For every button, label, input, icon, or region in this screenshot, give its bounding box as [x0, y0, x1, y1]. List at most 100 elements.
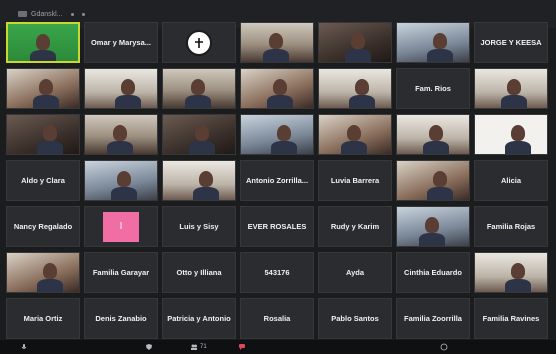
participant-tile[interactable]: Familia Ravines — [474, 298, 548, 339]
participant-tile[interactable]: Aldo y Clara — [6, 160, 80, 201]
participant-body — [427, 49, 453, 62]
participant-tile[interactable] — [6, 252, 80, 293]
participant-tile[interactable] — [6, 68, 80, 109]
participant-silhouette — [511, 125, 525, 141]
participant-name: 543176 — [264, 268, 290, 277]
participant-tile[interactable] — [6, 22, 80, 63]
participant-video — [163, 69, 235, 108]
participant-silhouette — [269, 33, 283, 49]
participant-tile[interactable]: Familia Rojas — [474, 206, 548, 247]
participant-name: Otto y Illiana — [176, 268, 222, 277]
participant-silhouette — [507, 79, 521, 95]
chat-icon — [239, 344, 245, 350]
chat-button[interactable] — [238, 343, 246, 351]
security-button[interactable] — [145, 343, 153, 351]
participant-tile[interactable] — [240, 68, 314, 109]
participant-body — [111, 187, 137, 200]
participant-tile[interactable]: Luvia Barrera — [318, 160, 392, 201]
participant-body — [267, 95, 293, 108]
participant-tile[interactable]: Fam. Rios — [396, 68, 470, 109]
participants-button[interactable]: 71 — [190, 343, 207, 351]
participant-tile[interactable] — [84, 114, 158, 155]
participant-tile[interactable]: Nancy Regalado — [6, 206, 80, 247]
participant-body — [37, 279, 63, 292]
participant-tile[interactable] — [474, 68, 548, 109]
participant-name: Antonio Zorrilla... — [245, 176, 309, 185]
shield-icon — [146, 344, 152, 350]
participant-tile[interactable] — [318, 68, 392, 109]
participant-video — [319, 23, 391, 62]
gallery-grid: Omar y Marysa... JORGE Y KEESA Fam. Rios Al… — [4, 22, 554, 340]
reactions-button[interactable] — [440, 343, 448, 351]
participant-video — [85, 161, 157, 200]
participant-tile[interactable] — [240, 22, 314, 63]
participant-name: Patricia y Antonio — [167, 314, 231, 323]
participant-body — [419, 233, 445, 246]
participant-body — [115, 95, 141, 108]
participant-video — [241, 23, 313, 62]
participant-tile[interactable] — [396, 206, 470, 247]
participant-tile[interactable] — [396, 114, 470, 155]
participant-body — [33, 95, 59, 108]
participant-tile[interactable]: Maria Ortiz — [6, 298, 80, 339]
participant-silhouette — [425, 217, 439, 233]
participant-tile[interactable]: Rosalia — [240, 298, 314, 339]
participants-count: 71 — [200, 344, 207, 350]
participant-tile[interactable] — [474, 114, 548, 155]
participant-tile[interactable] — [162, 114, 236, 155]
participant-tile[interactable]: JORGE Y KEESA — [474, 22, 548, 63]
participant-silhouette — [43, 263, 57, 279]
participant-body — [345, 49, 371, 62]
participant-tile[interactable]: Omar y Marysa... — [84, 22, 158, 63]
participant-silhouette — [355, 79, 369, 95]
participant-tile[interactable] — [84, 68, 158, 109]
participant-tile[interactable]: Rudy y Karim — [318, 206, 392, 247]
participant-video — [397, 161, 469, 200]
participant-tile[interactable]: Ayda — [318, 252, 392, 293]
participant-tile[interactable] — [318, 114, 392, 155]
participant-silhouette — [277, 125, 291, 141]
mute-button[interactable] — [20, 343, 28, 351]
participant-tile[interactable] — [6, 114, 80, 155]
participant-video — [7, 69, 79, 108]
participant-silhouette — [433, 33, 447, 49]
participant-tile[interactable]: Familia Garayar — [84, 252, 158, 293]
participant-silhouette — [36, 34, 50, 50]
participant-tile[interactable]: Cinthia Eduardo — [396, 252, 470, 293]
participant-body — [189, 141, 215, 154]
church-logo-icon — [186, 29, 212, 56]
participant-body — [501, 95, 527, 108]
participant-tile[interactable]: Luis y Sisy — [162, 206, 236, 247]
participant-tile[interactable]: 543176 — [240, 252, 314, 293]
participant-silhouette — [433, 171, 447, 187]
menu-dot-icon[interactable] — [81, 12, 85, 16]
participant-name: Alicia — [500, 176, 521, 185]
participant-tile[interactable] — [240, 114, 314, 155]
participant-tile[interactable]: Denis Zanabio — [84, 298, 158, 339]
participant-tile[interactable] — [162, 68, 236, 109]
participant-tile[interactable] — [162, 22, 236, 63]
participant-name: Pablo Santos — [331, 314, 379, 323]
participant-video — [241, 115, 313, 154]
participant-tile[interactable]: Patricia y Antonio — [162, 298, 236, 339]
participant-silhouette — [347, 125, 361, 141]
participant-tile[interactable] — [396, 22, 470, 63]
participant-tile[interactable] — [318, 22, 392, 63]
participant-video — [163, 115, 235, 154]
participants-icon — [191, 344, 197, 350]
participant-tile[interactable] — [162, 160, 236, 201]
participant-tile[interactable]: Pablo Santos — [318, 298, 392, 339]
participant-tile[interactable]: Antonio Zorrilla... — [240, 160, 314, 201]
participant-name: EVER ROSALES — [247, 222, 307, 231]
participant-tile[interactable]: Alicia — [474, 160, 548, 201]
participant-tile[interactable]: EVER ROSALES — [240, 206, 314, 247]
participant-tile[interactable]: Otto y Illiana — [162, 252, 236, 293]
participant-tile[interactable]: Familia Zoorrilla — [396, 298, 470, 339]
participant-tile[interactable] — [396, 160, 470, 201]
menu-dot-icon[interactable] — [70, 12, 74, 16]
participant-tile[interactable]: I — [84, 206, 158, 247]
meeting-toolbar: 71 — [0, 340, 556, 354]
participant-tile[interactable] — [474, 252, 548, 293]
participant-body — [37, 141, 63, 154]
participant-tile[interactable] — [84, 160, 158, 201]
